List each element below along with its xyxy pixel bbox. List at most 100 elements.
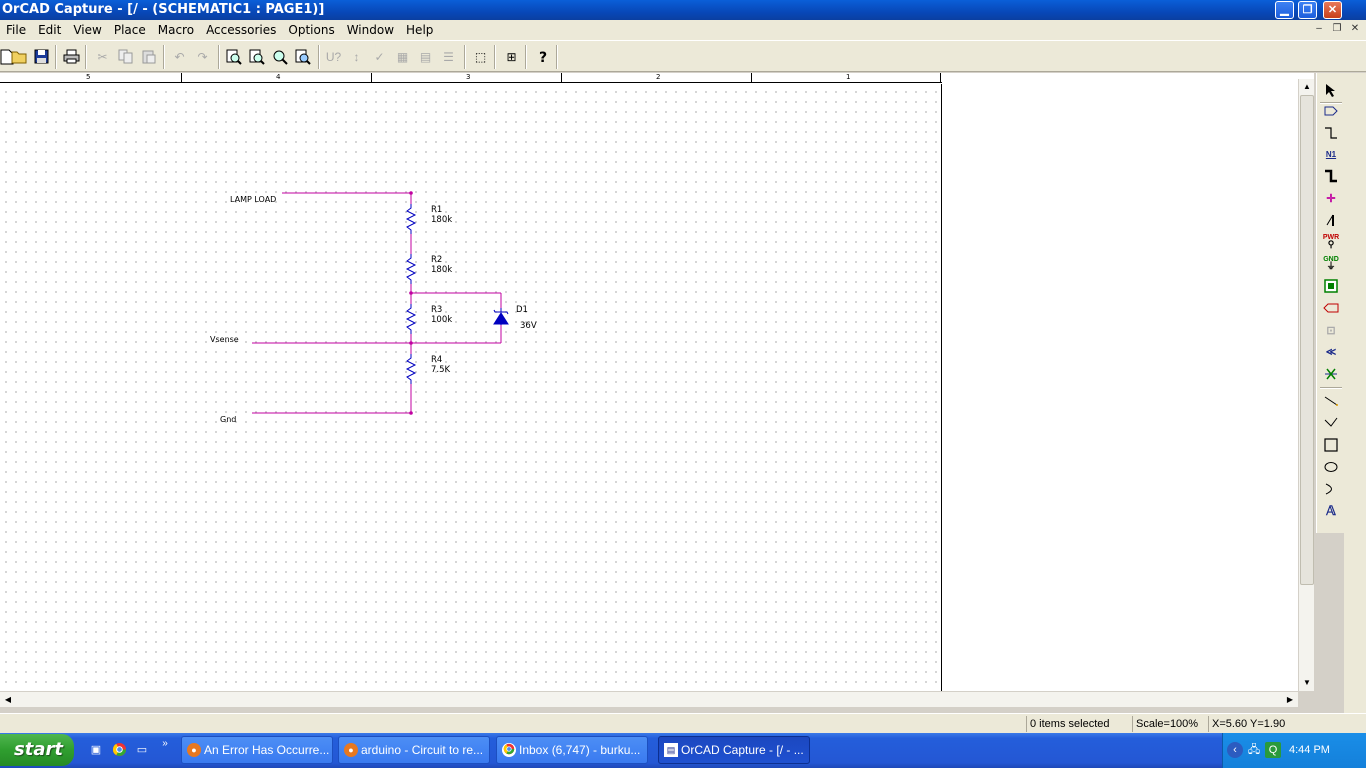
task-orcad-capture[interactable]: ▤ OrCAD Capture - [/ - ...	[658, 736, 810, 764]
place-rectangle-icon[interactable]	[1321, 435, 1341, 455]
cut-icon[interactable]: ✂	[92, 46, 113, 67]
r4-value[interactable]: 7.5K	[431, 365, 451, 375]
resistor-r2[interactable]	[405, 254, 417, 284]
horizontal-scrollbar[interactable]: ◀ ▶	[0, 691, 1298, 707]
zener-diode-d1[interactable]	[493, 308, 509, 325]
r1-reference[interactable]: R1	[431, 205, 442, 215]
menu-window[interactable]: Window	[341, 20, 400, 40]
doc-close-icon[interactable]: ✕	[1348, 22, 1362, 36]
place-junction-icon[interactable]: ✛	[1321, 188, 1341, 208]
zoom-in-icon[interactable]	[223, 46, 244, 67]
ground-symbol-icon: ⏚	[1326, 261, 1336, 271]
net-label-gnd[interactable]: Gnd	[220, 415, 236, 424]
vertical-scroll-thumb[interactable]	[1300, 95, 1314, 585]
doc-restore-icon[interactable]: ❐	[1330, 22, 1344, 36]
task-error-page[interactable]: ● An Error Has Occurre...	[181, 736, 333, 764]
paste-icon[interactable]	[138, 46, 159, 67]
menu-view[interactable]: View	[67, 20, 107, 40]
undo-icon[interactable]: ↶	[169, 46, 190, 67]
create-netlist-icon[interactable]: ▦	[392, 46, 413, 67]
toolbar-separator	[494, 45, 496, 69]
r2-value[interactable]: 180k	[431, 265, 452, 275]
help-icon[interactable]: ?	[532, 46, 553, 67]
quick-launch-overflow-icon[interactable]: »	[157, 735, 173, 751]
task-inbox[interactable]: Inbox (6,747) - burku...	[496, 736, 648, 764]
task-arduino[interactable]: ● arduino - Circuit to re...	[338, 736, 490, 764]
open-folder-icon[interactable]	[9, 46, 30, 67]
network-icon[interactable]: 🖧	[1246, 742, 1262, 758]
r2-reference[interactable]: R2	[431, 255, 442, 265]
menu-edit[interactable]: Edit	[32, 20, 67, 40]
project-manager-icon[interactable]: ⊞	[501, 46, 522, 67]
schematic-drawing[interactable]: LAMP LOAD Vsense Gnd R1 180k R2 180k R3 …	[0, 84, 942, 691]
menu-accessories[interactable]: Accessories	[200, 20, 282, 40]
place-wire-icon[interactable]	[1321, 123, 1341, 143]
zoom-all-icon[interactable]	[292, 46, 313, 67]
place-part-icon[interactable]	[1321, 101, 1341, 121]
place-hierarchical-block-icon[interactable]	[1321, 276, 1341, 296]
place-text-icon[interactable]: 𝔸	[1321, 501, 1341, 521]
select-arrow-icon[interactable]	[1321, 80, 1341, 100]
scroll-left-icon[interactable]: ◀	[0, 692, 16, 708]
net-label-lamp-load[interactable]: LAMP LOAD	[230, 195, 276, 204]
menu-place[interactable]: Place	[108, 20, 152, 40]
place-power-icon[interactable]: PWR ⚲	[1321, 231, 1341, 251]
net-label-vsense[interactable]: Vsense	[210, 335, 239, 344]
back-annotate-icon[interactable]: ↕	[346, 46, 367, 67]
place-line-icon[interactable]	[1321, 391, 1341, 411]
desktop-icon[interactable]: ▭	[134, 741, 150, 757]
place-arc-icon[interactable]	[1321, 479, 1341, 499]
scroll-right-icon[interactable]: ▶	[1282, 692, 1298, 708]
close-button[interactable]: ✕	[1323, 1, 1342, 19]
scroll-up-icon[interactable]: ▲	[1299, 79, 1315, 95]
place-bus-entry-icon[interactable]	[1321, 210, 1341, 230]
menu-help[interactable]: Help	[400, 20, 439, 40]
place-off-page-connector-icon[interactable]: ≪	[1321, 342, 1341, 362]
bill-of-materials-icon[interactable]: ☰	[438, 46, 459, 67]
restore-button[interactable]: ❐	[1298, 1, 1317, 19]
tray-app-icon[interactable]: Q	[1265, 742, 1281, 758]
r3-reference[interactable]: R3	[431, 305, 442, 315]
menu-macro[interactable]: Macro	[152, 20, 200, 40]
place-polyline-icon[interactable]	[1321, 413, 1341, 433]
scroll-down-icon[interactable]: ▼	[1299, 675, 1315, 691]
power-symbol-icon: ⚲	[1327, 239, 1335, 249]
place-ellipse-icon[interactable]	[1321, 457, 1341, 477]
r4-reference[interactable]: R4	[431, 355, 442, 365]
place-no-connect-icon[interactable]	[1321, 364, 1341, 384]
quick-launch-app-icon[interactable]: ▣	[88, 741, 104, 757]
copy-icon[interactable]	[115, 46, 136, 67]
place-bus-icon[interactable]	[1321, 166, 1341, 186]
start-button[interactable]: start	[0, 734, 74, 766]
d1-reference[interactable]: D1	[516, 305, 528, 315]
snap-to-grid-icon[interactable]: ⬚	[470, 46, 491, 67]
menu-options[interactable]: Options	[282, 20, 340, 40]
redo-icon[interactable]: ↷	[192, 46, 213, 67]
vertical-scrollbar[interactable]: ▲ ▼	[1298, 79, 1314, 691]
resistor-r3[interactable]	[405, 304, 417, 334]
doc-minimize-icon[interactable]: –	[1312, 22, 1326, 36]
junction-dot	[409, 411, 413, 415]
menu-file[interactable]: File	[0, 20, 32, 40]
tray-expand-icon[interactable]: ‹	[1227, 742, 1243, 758]
place-ground-icon[interactable]: GND ⏚	[1321, 253, 1341, 273]
annotate-icon[interactable]: U?	[323, 46, 344, 67]
drc-icon[interactable]: ✓	[369, 46, 390, 67]
r1-value[interactable]: 180k	[431, 215, 452, 225]
zoom-out-icon[interactable]	[246, 46, 267, 67]
resistor-r4[interactable]	[405, 354, 417, 384]
place-net-alias-icon[interactable]: N1	[1321, 144, 1341, 164]
print-icon[interactable]	[61, 46, 82, 67]
place-port-icon[interactable]	[1321, 298, 1341, 318]
save-icon[interactable]	[31, 46, 52, 67]
d1-value[interactable]: 36V	[520, 321, 537, 331]
toolbar-separator	[218, 45, 220, 69]
place-pin-icon[interactable]: ⊡	[1321, 320, 1341, 340]
cross-reference-icon[interactable]: ▤	[415, 46, 436, 67]
resistor-r1[interactable]	[405, 204, 417, 234]
zoom-area-icon[interactable]	[269, 46, 290, 67]
ruler-tick	[751, 73, 752, 83]
minimize-button[interactable]: ▁	[1275, 1, 1294, 19]
r3-value[interactable]: 100k	[431, 315, 452, 325]
chrome-icon[interactable]	[111, 741, 127, 757]
